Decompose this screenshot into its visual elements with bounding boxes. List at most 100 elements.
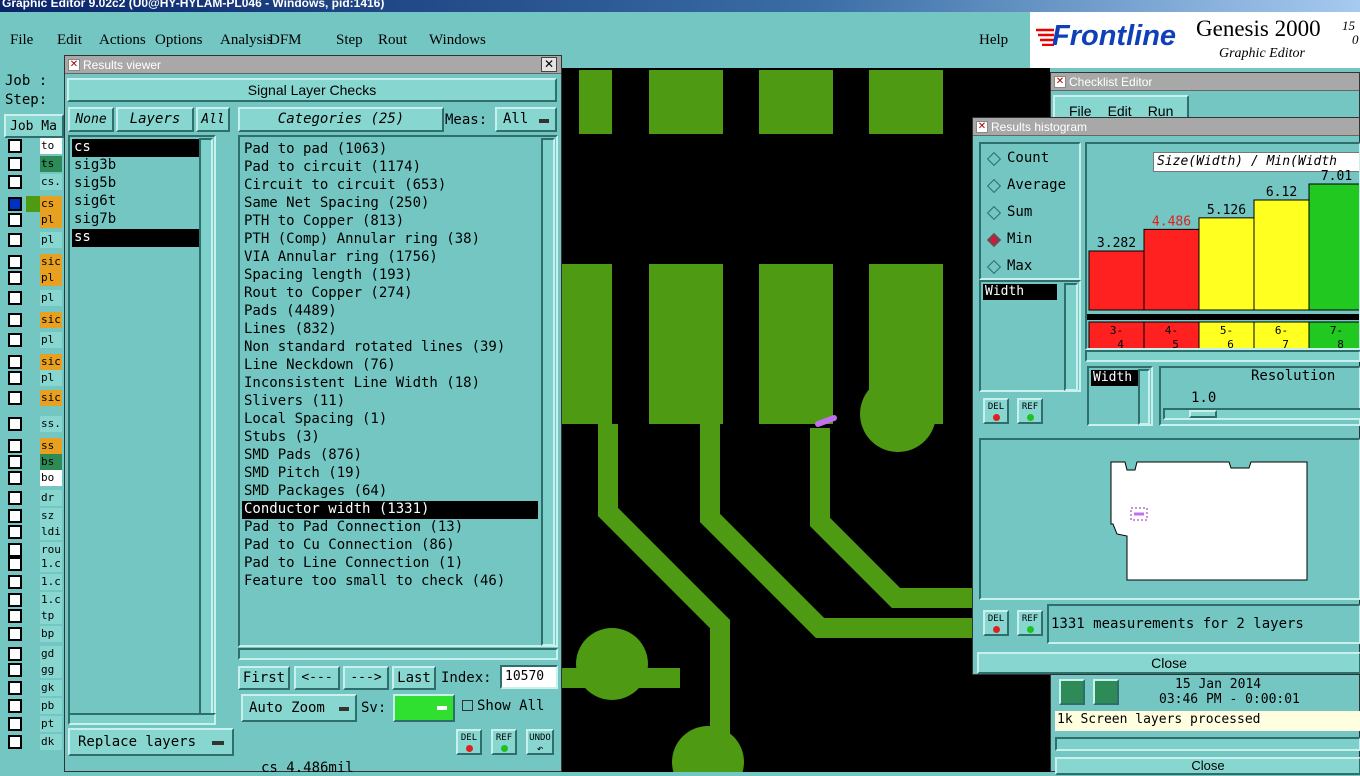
preview-ref-button[interactable]: REF [1017,610,1043,636]
mode-option-max[interactable]: Max [985,256,1079,283]
mode-option-average[interactable]: Average [985,175,1079,202]
last-button[interactable]: Last [392,666,436,690]
layer-row[interactable]: bp [8,626,62,642]
category-item[interactable]: Pad to Pad Connection (13) [242,519,538,537]
layer-row[interactable]: sic [8,312,62,328]
layer-name[interactable]: ldi [40,524,62,540]
layer-checkbox[interactable] [8,717,22,731]
histogram-close-button[interactable]: Close [977,652,1360,674]
category-item[interactable]: Stubs (3) [242,429,538,447]
results-layer-item[interactable]: sig6t [72,193,212,211]
layer-name[interactable]: dk [40,734,62,750]
category-item[interactable]: Lines (832) [242,321,538,339]
meas-select[interactable]: All [495,107,557,132]
layer-checkbox[interactable] [8,699,22,713]
layer-checkbox[interactable] [8,543,22,557]
category-item[interactable]: SMD Pitch (19) [242,465,538,483]
layer-name[interactable]: pl [40,232,62,248]
layer-name[interactable]: pl [40,332,62,348]
layer-checkbox[interactable] [8,255,22,269]
layer-name[interactable]: pl [40,290,62,306]
checklist-hscroll[interactable] [1055,737,1360,751]
layer-checkbox[interactable] [8,509,22,523]
layer-checkbox[interactable] [8,157,22,171]
layer-name[interactable]: sic [40,354,62,370]
category-item[interactable]: PTH to Copper (813) [242,213,538,231]
ref-button[interactable]: REF [491,729,517,755]
histogram-ref-button[interactable]: REF [1017,398,1043,424]
layer-row[interactable]: ts [8,156,62,172]
menu-edit[interactable]: Edit [57,32,82,49]
layer-row[interactable]: ldi [8,524,62,540]
layer-row[interactable]: ss [8,438,62,454]
layer-name[interactable]: sic [40,390,62,406]
layer-name[interactable]: bp [40,626,62,642]
layer-name[interactable]: 1.c [40,592,62,608]
layer-row[interactable]: dr [8,490,62,506]
resolution-item-width[interactable]: Width [1093,370,1132,385]
layer-row[interactable]: pl [8,370,62,386]
histogram-bar[interactable] [1308,183,1360,311]
layer-checkbox[interactable] [8,291,22,305]
menu-windows[interactable]: Windows [429,32,486,49]
menu-options[interactable]: Options [155,32,203,49]
layer-name[interactable]: to [40,138,62,154]
menu-file[interactable]: File [10,32,33,49]
category-item[interactable]: Rout to Copper (274) [242,285,538,303]
category-item[interactable]: Non standard rotated lines (39) [242,339,538,357]
layer-row[interactable]: sz [8,508,62,524]
replace-layers-button[interactable]: Replace layers [68,728,234,756]
layer-name[interactable]: tp [40,608,62,624]
layer-name[interactable]: 1.c [40,556,62,572]
histogram-bar[interactable] [1088,250,1145,311]
results-layer-item[interactable]: sig5b [72,175,212,193]
layer-row[interactable]: to [8,138,62,154]
layer-name[interactable]: cs. [40,174,62,190]
mode-option-min[interactable]: Min [985,229,1079,256]
layer-name[interactable]: ts [40,156,62,172]
layer-checkbox[interactable] [8,333,22,347]
category-list-scrollbar[interactable] [541,138,555,646]
layer-row[interactable]: gd [8,646,62,662]
layer-row[interactable]: ss. [8,416,62,432]
results-layer-item[interactable]: sig7b [72,211,212,229]
window-menu-icon[interactable]: ✕ [68,59,80,71]
layer-row[interactable]: pl [8,270,62,286]
layer-name[interactable]: gd [40,646,62,662]
layer-row[interactable]: pt [8,716,62,732]
layer-name[interactable]: ss [40,438,62,454]
category-item[interactable]: Pad to pad (1063) [242,141,538,159]
layer-row[interactable]: gg [8,662,62,678]
layer-row[interactable]: sic [8,254,62,270]
layer-checkbox[interactable] [8,525,22,539]
layer-name[interactable]: pl [40,370,62,386]
chart-hscroll[interactable] [1085,350,1360,362]
histogram-bar[interactable] [1253,199,1310,311]
undo-button[interactable]: UNDO ↶ [526,729,554,755]
layer-checkbox[interactable] [8,139,22,153]
layer-name[interactable]: bs [40,454,62,470]
results-layer-item[interactable]: cs [72,139,212,157]
board-preview[interactable] [979,438,1360,600]
radio-icon[interactable] [986,205,1002,221]
layer-name[interactable]: ss. [40,416,62,432]
layer-checkbox[interactable] [8,681,22,695]
layer-name[interactable]: gk [40,680,62,696]
layer-checkbox[interactable] [8,213,22,227]
results-layer-item[interactable]: sig3b [72,157,212,175]
layer-checkbox[interactable] [8,735,22,749]
layer-checkbox[interactable] [8,647,22,661]
layer-row[interactable]: 1.c [8,556,62,572]
del-button[interactable]: DEL [456,729,482,755]
layer-checkbox[interactable] [8,371,22,385]
radio-icon[interactable] [986,232,1002,248]
categories-button[interactable]: Categories (25) [238,107,444,132]
menu-actions[interactable]: Actions [99,32,146,49]
layer-checkbox[interactable] [8,197,22,211]
layer-row[interactable]: dk [8,734,62,750]
layer-name[interactable]: cs [40,196,62,212]
layer-name[interactable]: dr [40,490,62,506]
layer-checkbox[interactable] [8,455,22,469]
category-item[interactable]: Spacing length (193) [242,267,538,285]
mode-option-count[interactable]: Count [985,148,1079,175]
